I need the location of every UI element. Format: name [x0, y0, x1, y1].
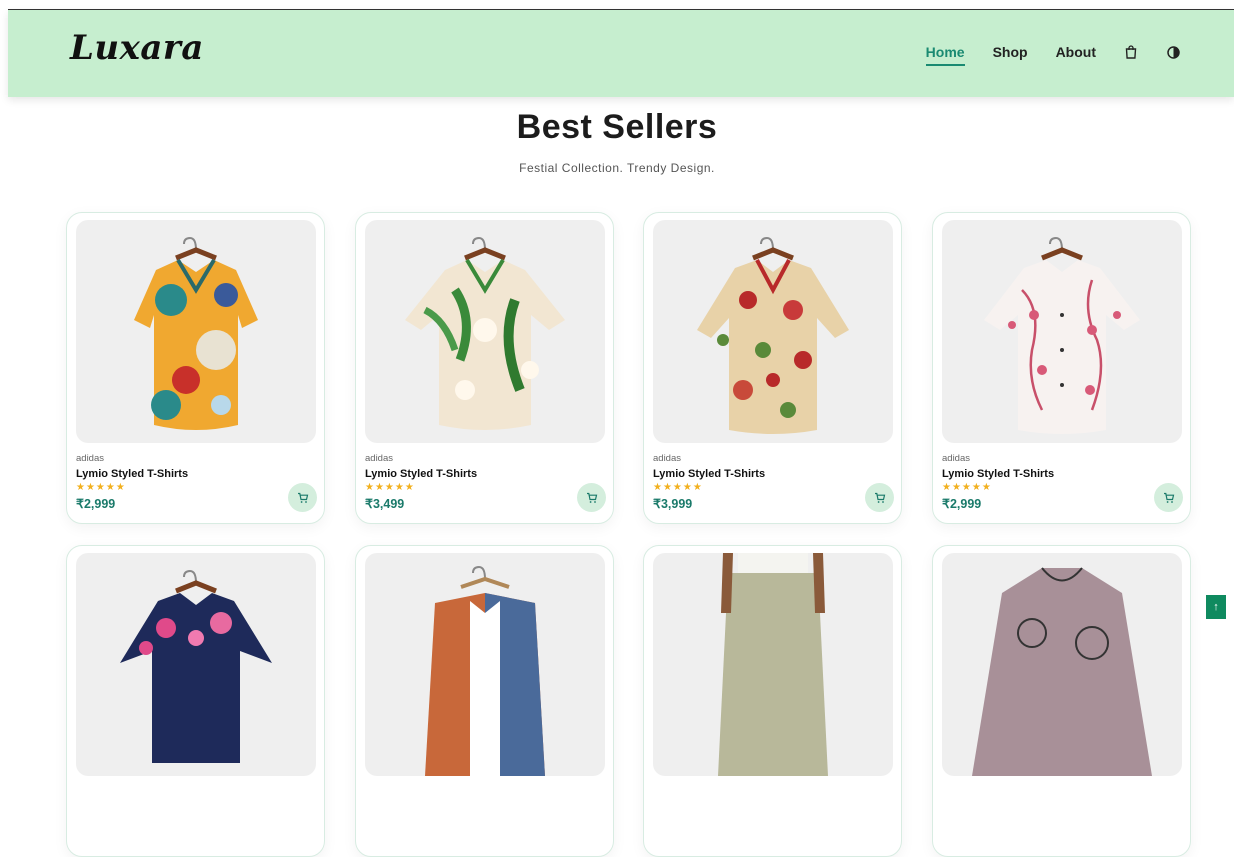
product-brand: adidas — [76, 453, 104, 464]
product-image[interactable] — [76, 553, 316, 776]
add-to-cart-button[interactable] — [865, 483, 894, 512]
product-card[interactable]: adidas Lymio Styled T-Shirts ★★★★★ ₹3,99… — [643, 212, 902, 524]
cart-icon — [874, 492, 885, 503]
nav-link-about[interactable]: About — [1056, 44, 1096, 60]
star-rating: ★★★★★ — [653, 482, 703, 493]
product-image[interactable] — [653, 553, 893, 776]
cart-icon — [297, 492, 308, 503]
product-image[interactable] — [365, 220, 605, 443]
product-card[interactable] — [66, 545, 325, 857]
product-card[interactable] — [932, 545, 1191, 857]
product-name[interactable]: Lymio Styled T-Shirts — [653, 468, 765, 480]
product-name[interactable]: Lymio Styled T-Shirts — [942, 468, 1054, 480]
site-header: Luxara Home Shop About — [8, 10, 1234, 97]
product-brand: adidas — [365, 453, 393, 464]
add-to-cart-button[interactable] — [577, 483, 606, 512]
product-price: ₹2,999 — [76, 497, 116, 511]
star-rating: ★★★★★ — [942, 482, 992, 493]
product-name[interactable]: Lymio Styled T-Shirts — [365, 468, 477, 480]
product-brand: adidas — [942, 453, 970, 464]
nav-link-home[interactable]: Home — [925, 44, 965, 66]
product-card[interactable] — [355, 545, 614, 857]
add-to-cart-button[interactable] — [1154, 483, 1183, 512]
product-card[interactable] — [643, 545, 902, 857]
product-card[interactable]: adidas Lymio Styled T-Shirts ★★★★★ ₹2,99… — [66, 212, 325, 524]
star-rating: ★★★★★ — [365, 482, 415, 493]
main-nav: Home Shop About — [925, 44, 1180, 66]
product-image[interactable] — [653, 220, 893, 443]
product-card[interactable]: adidas Lymio Styled T-Shirts ★★★★★ ₹3,49… — [355, 212, 614, 524]
product-image[interactable] — [76, 220, 316, 443]
theme-toggle-icon[interactable] — [1166, 44, 1180, 60]
add-to-cart-button[interactable] — [288, 483, 317, 512]
shopping-bag-icon[interactable] — [1124, 44, 1138, 60]
cart-icon — [586, 492, 597, 503]
section-title: Best Sellers — [516, 108, 718, 146]
brand-logo[interactable]: Luxara — [70, 28, 204, 68]
star-rating: ★★★★★ — [76, 482, 126, 493]
product-price: ₹3,999 — [653, 497, 693, 511]
product-image[interactable] — [365, 553, 605, 776]
product-image[interactable] — [942, 553, 1182, 776]
product-image[interactable] — [942, 220, 1182, 443]
scroll-to-top-button[interactable]: ↑ — [1206, 595, 1226, 619]
section-subtitle: Festial Collection. Trendy Design. — [519, 161, 715, 175]
product-price: ₹3,499 — [365, 497, 405, 511]
cart-icon — [1163, 492, 1174, 503]
product-card[interactable]: adidas Lymio Styled T-Shirts ★★★★★ ₹2,99… — [932, 212, 1191, 524]
product-name[interactable]: Lymio Styled T-Shirts — [76, 468, 188, 480]
product-brand: adidas — [653, 453, 681, 464]
product-price: ₹2,999 — [942, 497, 982, 511]
nav-link-shop[interactable]: Shop — [993, 44, 1028, 60]
